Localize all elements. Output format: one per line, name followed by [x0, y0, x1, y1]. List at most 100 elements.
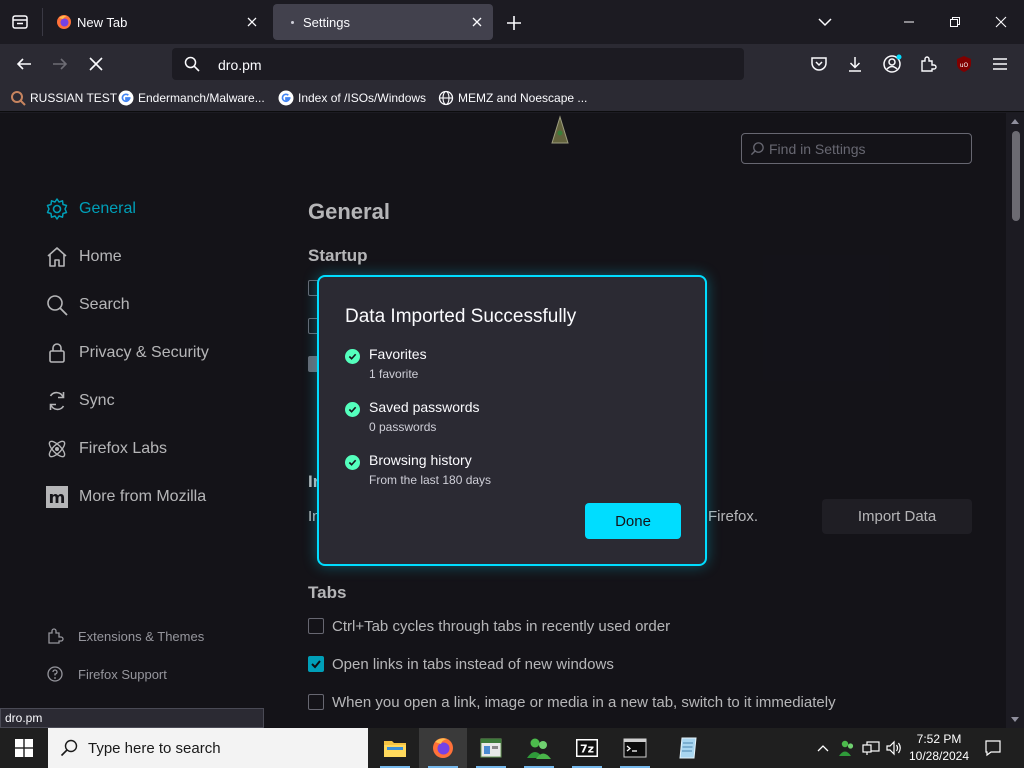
- taskbar-app-7zip[interactable]: 7z: [563, 728, 611, 768]
- network-button[interactable]: [860, 728, 882, 768]
- search-icon: [60, 739, 78, 757]
- taskbar-app-terminal[interactable]: [611, 728, 659, 768]
- notification-icon: [985, 740, 1001, 757]
- volume-button[interactable]: [883, 728, 905, 768]
- speaker-icon: [886, 740, 901, 756]
- download-icon: [849, 57, 861, 72]
- 7zip-icon: 7z: [576, 739, 598, 757]
- account-button[interactable]: [880, 52, 904, 76]
- puzzle-icon: [921, 56, 937, 72]
- tray-people-icon-button[interactable]: [836, 728, 858, 768]
- file-explorer-icon: [384, 741, 406, 757]
- extensions-button[interactable]: [916, 52, 940, 76]
- restore-icon: [950, 17, 960, 27]
- result-label: Favorites: [369, 346, 427, 362]
- close-tab-button[interactable]: [244, 14, 260, 30]
- magnifier-icon: [11, 91, 26, 106]
- bookmark-item[interactable]: RUSSIAN TEST: [10, 90, 117, 106]
- status-url-popup: dro.pm: [0, 708, 264, 728]
- close-window-button[interactable]: [978, 0, 1024, 44]
- people-icon: [527, 738, 551, 759]
- taskbar-clock[interactable]: 7:52 PM 10/28/2024: [904, 731, 974, 765]
- done-button[interactable]: Done: [585, 503, 681, 539]
- firefox-icon: [57, 15, 71, 29]
- restore-button[interactable]: [932, 0, 978, 44]
- result-label: Browsing history: [369, 452, 472, 468]
- loading-dot-icon: [291, 21, 294, 24]
- scroll-down-icon[interactable]: [1010, 716, 1020, 724]
- taskbar-app-file-explorer[interactable]: [371, 728, 419, 768]
- url-text[interactable]: dro.pm: [218, 57, 262, 73]
- windows-logo-icon: [15, 739, 33, 757]
- back-button[interactable]: [12, 52, 36, 76]
- close-tab-button[interactable]: [469, 14, 485, 30]
- minimize-button[interactable]: [886, 0, 932, 44]
- globe-icon: [438, 90, 454, 106]
- result-detail: 1 favorite: [369, 367, 419, 381]
- bookmark-label: Index of /ISOs/Windows: [298, 91, 427, 105]
- menu-button[interactable]: [988, 52, 1012, 76]
- bookmark-item[interactable]: MEMZ and Noescape ...: [438, 90, 587, 106]
- scroll-up-icon[interactable]: [1010, 117, 1020, 125]
- bookmark-label: RUSSIAN TEST: [30, 91, 118, 105]
- forward-button[interactable]: [48, 52, 72, 76]
- success-check-icon: [345, 455, 360, 470]
- success-check-icon: [345, 349, 360, 364]
- result-label: Saved passwords: [369, 399, 480, 415]
- taskbar-search-box[interactable]: Type here to search: [48, 728, 368, 768]
- google-icon: [278, 90, 294, 106]
- bookmark-label: MEMZ and Noescape ...: [458, 91, 588, 105]
- tab-separator: [42, 8, 43, 36]
- start-button[interactable]: [0, 728, 48, 768]
- hamburger-menu-icon: [993, 58, 1007, 70]
- address-bar[interactable]: dro.pm: [172, 48, 744, 80]
- stop-button[interactable]: [84, 52, 108, 76]
- taskbar-app-people[interactable]: [515, 728, 563, 768]
- notifications-button[interactable]: [978, 728, 1008, 768]
- downloads-button[interactable]: [843, 52, 867, 76]
- success-check-icon: [345, 402, 360, 417]
- ublock-button[interactable]: uO: [952, 52, 976, 76]
- close-icon: [247, 17, 257, 27]
- new-tab-button[interactable]: [503, 12, 525, 34]
- pocket-icon: [811, 57, 827, 71]
- arrow-right-icon: [53, 58, 68, 70]
- svg-text:uO: uO: [960, 62, 969, 69]
- svg-text:7z: 7z: [580, 743, 594, 756]
- minimize-icon: [904, 21, 914, 23]
- tab-settings[interactable]: Settings: [273, 4, 493, 40]
- taskbar-app-notepad[interactable]: [664, 728, 712, 768]
- firefox-view-button[interactable]: [8, 10, 32, 34]
- result-detail: 0 passwords: [369, 420, 437, 434]
- tab-new-tab[interactable]: New Tab: [46, 4, 268, 40]
- search-icon: [184, 56, 200, 72]
- bookmark-item[interactable]: Endermanch/Malware...: [118, 90, 265, 106]
- import-success-dialog: Data Imported Successfully Favorites 1 f…: [317, 275, 707, 566]
- taskbar-app-firefox[interactable]: [419, 728, 467, 768]
- taskbar-app-window[interactable]: [467, 728, 515, 768]
- show-hidden-icons-button[interactable]: [812, 728, 834, 768]
- stop-icon: [89, 57, 103, 71]
- list-all-tabs-button[interactable]: [802, 0, 848, 44]
- network-icon: [862, 741, 880, 755]
- arrow-left-icon: [16, 58, 31, 70]
- tab-title: Settings: [303, 15, 350, 30]
- clock-date: 10/28/2024: [908, 749, 970, 763]
- navigation-toolbar: dro.pm uO: [0, 44, 1024, 84]
- firefox-view-icon: [12, 15, 28, 29]
- firefox-icon: [433, 738, 453, 758]
- app-window-icon: [480, 738, 502, 758]
- account-icon: [883, 54, 902, 73]
- close-icon: [472, 17, 482, 27]
- bookmark-item[interactable]: Index of /ISOs/Windows: [278, 90, 426, 106]
- close-icon: [995, 16, 1007, 28]
- chevron-down-icon: [818, 18, 832, 27]
- settings-page: General Home Search Privacy & Security S…: [0, 113, 1024, 728]
- scrollbar-thumb[interactable]: [1012, 131, 1020, 221]
- page-scrollbar[interactable]: [1006, 113, 1024, 728]
- pocket-button[interactable]: [807, 52, 831, 76]
- ublock-origin-icon: uO: [957, 56, 971, 72]
- bookmark-label: Endermanch/Malware...: [138, 91, 265, 105]
- people-icon: [839, 740, 854, 756]
- taskbar-search-placeholder: Type here to search: [88, 740, 221, 757]
